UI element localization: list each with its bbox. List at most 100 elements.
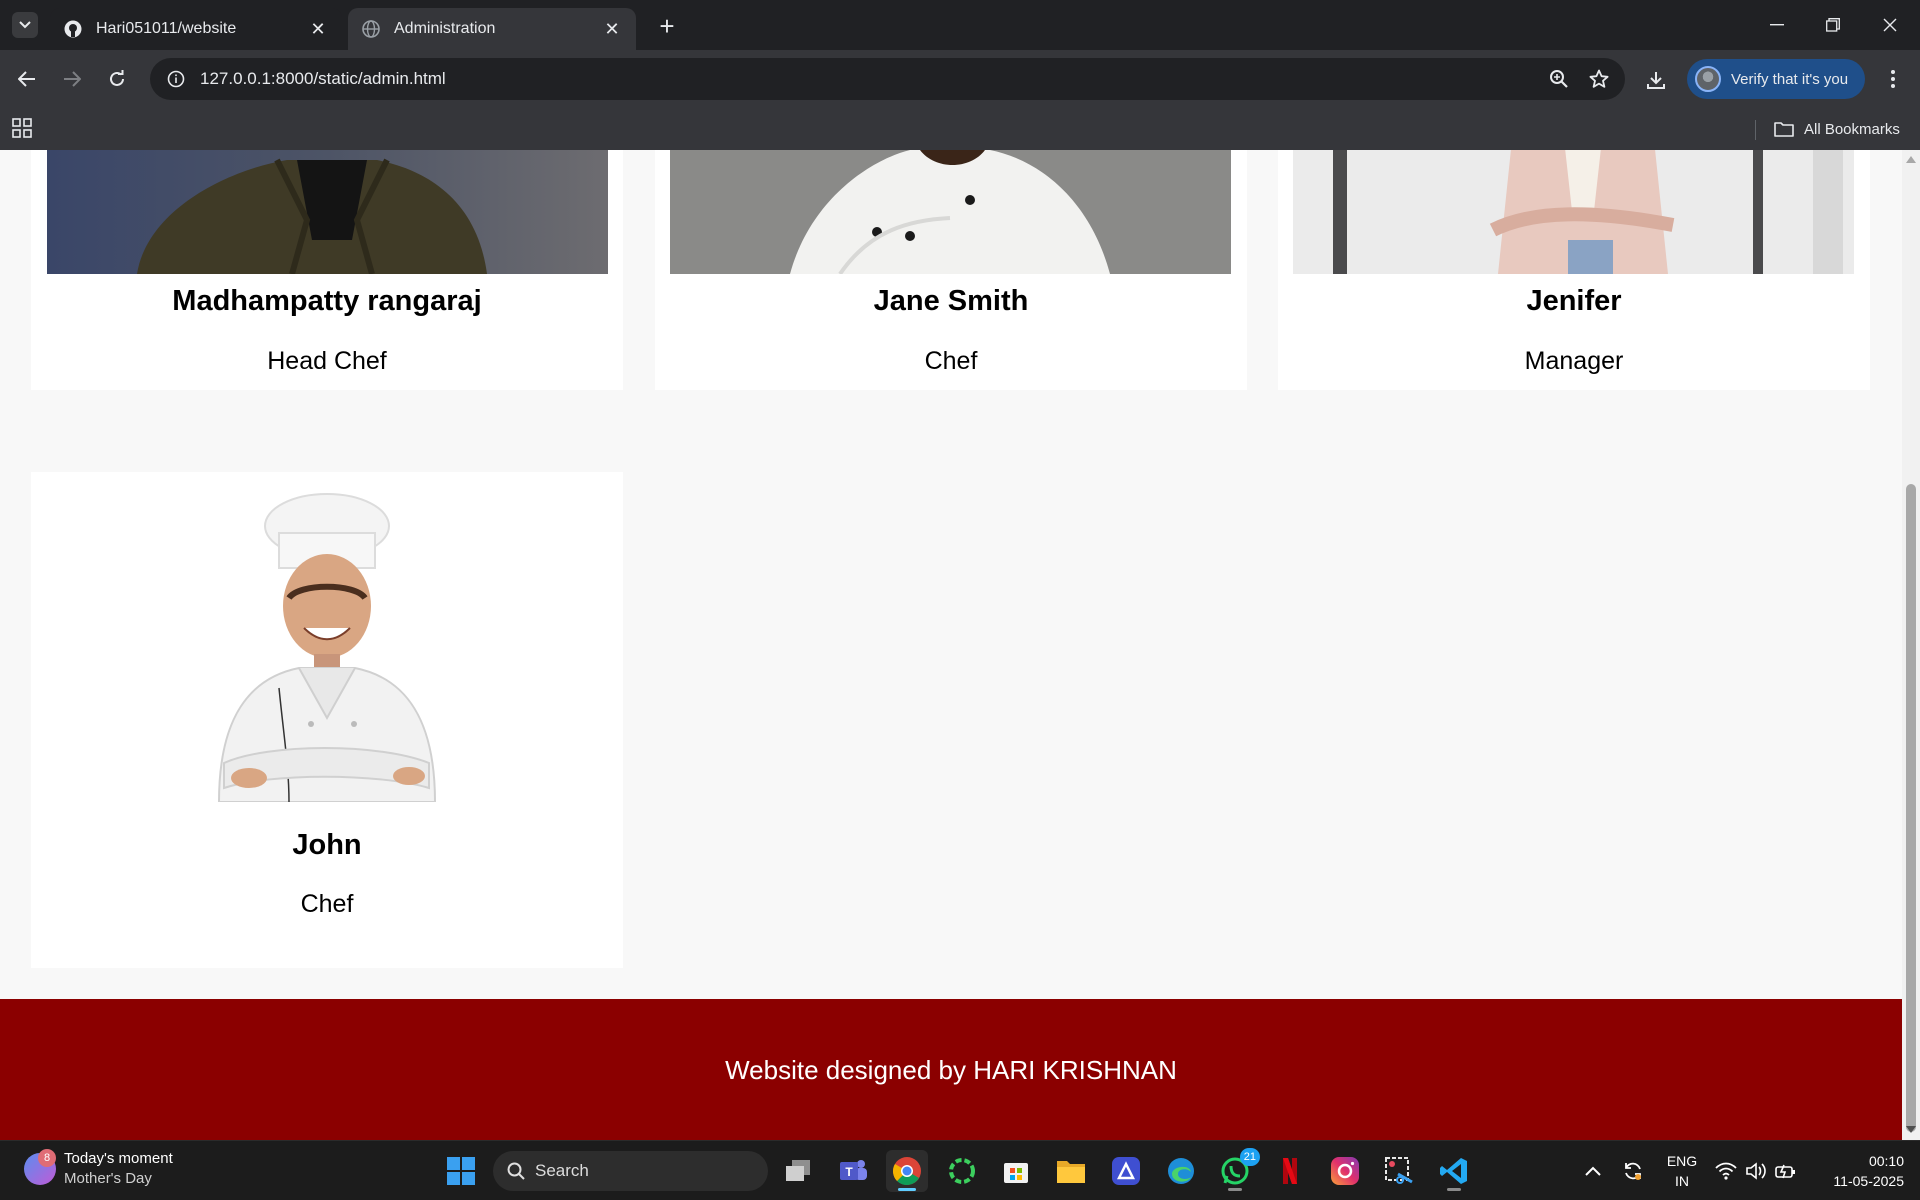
site-footer: Website designed by HARI KRISHNAN: [0, 999, 1902, 1140]
back-button[interactable]: [12, 64, 42, 94]
task-view-icon[interactable]: [777, 1150, 819, 1192]
whatsapp-icon[interactable]: 21: [1214, 1148, 1260, 1192]
system-clock[interactable]: 00:10 11-05-2025: [1810, 1151, 1904, 1191]
tab-search-button[interactable]: [12, 12, 38, 38]
verify-label: Verify that it's you: [1731, 70, 1849, 88]
snipping-tool-icon[interactable]: [1378, 1150, 1420, 1192]
edge-icon[interactable]: [1160, 1150, 1202, 1192]
download-icon[interactable]: [1640, 64, 1672, 96]
verify-identity-button[interactable]: Verify that it's you: [1687, 59, 1865, 99]
taskbar-search[interactable]: Search: [493, 1151, 768, 1191]
staff-card: Jane Smith Chef: [655, 150, 1247, 390]
netflix-icon[interactable]: [1269, 1150, 1311, 1192]
arrow-left-icon: [18, 71, 35, 87]
address-bar[interactable]: 127.0.0.1:8000/static/admin.html: [150, 58, 1625, 100]
teams-icon[interactable]: T: [832, 1150, 874, 1192]
chevron-down-icon: [19, 21, 31, 29]
close-window-button[interactable]: [1870, 8, 1910, 42]
language-indicator[interactable]: ENG IN: [1660, 1151, 1704, 1191]
scroll-down-icon[interactable]: [1906, 1126, 1916, 1133]
tab-administration[interactable]: Administration ✕: [348, 8, 636, 50]
browser-toolbar: 127.0.0.1:8000/static/admin.html Verify …: [0, 50, 1920, 108]
tab-strip: Hari051011/website ✕ Administration ✕ +: [0, 0, 1920, 50]
widgets-button[interactable]: 8 Today's moment Mother's Day: [24, 1149, 173, 1189]
folder-icon: [1774, 122, 1794, 137]
chevron-up-icon[interactable]: [1572, 1150, 1614, 1192]
globe-icon: [362, 20, 380, 38]
chrome-icon[interactable]: [886, 1150, 928, 1192]
all-bookmarks-label: All Bookmarks: [1804, 120, 1900, 138]
language-code: ENG: [1666, 1153, 1698, 1169]
page-scrollbar[interactable]: [1902, 150, 1920, 1140]
windows-logo-icon: [447, 1157, 475, 1185]
tab-github[interactable]: Hari051011/website ✕: [50, 8, 342, 50]
running-indicator: [1228, 1188, 1242, 1191]
staff-photo: [179, 488, 475, 802]
zoom-icon[interactable]: [1539, 59, 1579, 99]
reload-button[interactable]: [102, 64, 132, 94]
close-icon[interactable]: ✕: [602, 19, 622, 39]
staff-card: John Chef: [31, 472, 623, 968]
staff-card: Jenifer Manager: [1278, 150, 1870, 390]
staff-role: Chef: [924, 347, 978, 375]
tab-title: Administration: [394, 20, 496, 37]
vscode-icon[interactable]: [1433, 1150, 1475, 1192]
arrow-right-icon: [64, 71, 81, 87]
bookmark-star-icon[interactable]: [1579, 59, 1619, 99]
windows-taskbar: 8 Today's moment Mother's Day Search T 2…: [0, 1140, 1920, 1200]
forward-button[interactable]: [57, 64, 87, 94]
active-indicator: [898, 1188, 916, 1191]
restore-button[interactable]: [1813, 8, 1853, 42]
staff-photo: [47, 150, 608, 274]
widget-title: Today's moment: [64, 1150, 173, 1167]
all-bookmarks-button[interactable]: All Bookmarks: [1774, 116, 1900, 142]
search-icon: [507, 1162, 525, 1180]
circle-app-icon[interactable]: [941, 1150, 983, 1192]
scrollbar-thumb[interactable]: [1906, 484, 1916, 1132]
close-icon[interactable]: ✕: [308, 19, 328, 39]
region-code: IN: [1675, 1173, 1689, 1189]
minimize-button[interactable]: [1757, 8, 1797, 42]
kebab-menu-icon[interactable]: [1878, 64, 1908, 94]
battery-icon[interactable]: [1766, 1150, 1806, 1192]
close-icon: [1883, 18, 1897, 32]
search-placeholder: Search: [535, 1161, 589, 1180]
sync-icon[interactable]: [1612, 1150, 1654, 1192]
staff-name: Jenifer: [1526, 285, 1622, 317]
avatar: [1695, 66, 1721, 92]
new-tab-button[interactable]: +: [652, 11, 682, 41]
url-text[interactable]: 127.0.0.1:8000/static/admin.html: [200, 69, 1539, 89]
footer-credit: Website designed by HARI KRISHNAN: [725, 1055, 1177, 1085]
staff-role: Head Chef: [267, 347, 387, 375]
reload-icon: [110, 70, 124, 86]
staff-name: Jane Smith: [873, 285, 1029, 317]
instagram-icon[interactable]: [1324, 1150, 1366, 1192]
staff-photo: [1293, 150, 1854, 274]
staff-role: Chef: [300, 890, 354, 918]
apps-grid-icon[interactable]: [12, 118, 36, 142]
start-button[interactable]: [440, 1150, 482, 1192]
divider: [1755, 120, 1756, 140]
scroll-up-icon[interactable]: [1906, 156, 1916, 163]
github-icon: [64, 20, 82, 38]
widget-subtitle: Mother's Day: [64, 1170, 152, 1187]
staff-name: Madhampatty rangaraj: [172, 285, 482, 317]
affinity-icon[interactable]: [1105, 1150, 1147, 1192]
bookmarks-bar: All Bookmarks: [0, 108, 1920, 150]
widgets-icon: 8: [24, 1149, 56, 1185]
svg-text:T: T: [845, 1165, 853, 1179]
microsoft-store-icon[interactable]: [995, 1150, 1037, 1192]
staff-card: Madhampatty rangaraj Head Chef: [31, 150, 623, 390]
staff-name: John: [292, 829, 362, 861]
restore-icon: [1826, 18, 1840, 32]
notification-badge: 21: [1239, 1148, 1260, 1166]
clock-date: 11-05-2025: [1833, 1173, 1904, 1189]
running-indicator: [1447, 1188, 1461, 1191]
notification-badge: 8: [38, 1149, 56, 1167]
minimize-icon: [1770, 24, 1784, 26]
site-info-icon[interactable]: [156, 59, 196, 99]
file-explorer-icon[interactable]: [1050, 1150, 1092, 1192]
staff-role: Manager: [1524, 347, 1624, 375]
staff-photo: [670, 150, 1231, 274]
page-viewport: Madhampatty rangaraj Head Chef Jane Smit…: [0, 150, 1902, 1140]
